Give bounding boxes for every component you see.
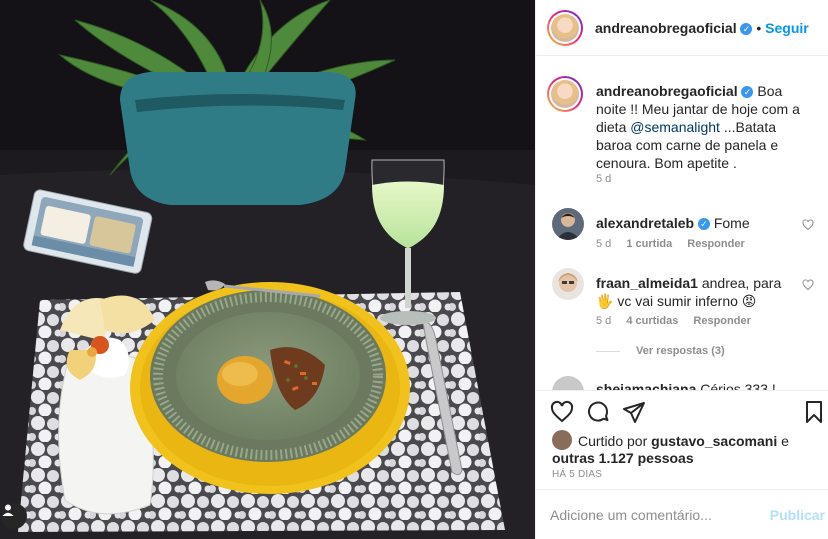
verified-badge-icon: ✓	[741, 86, 754, 98]
caption-mention-link[interactable]: @semanalight	[630, 119, 720, 135]
follow-button[interactable]: Seguir	[765, 20, 809, 36]
caption-username[interactable]: andreanobregaoficial	[596, 83, 738, 99]
liker-username[interactable]: gustavo_sacomani	[651, 433, 777, 449]
add-comment-bar: Publicar	[536, 489, 828, 539]
comment-username[interactable]: alexandretaleb	[596, 215, 694, 231]
person-icon	[2, 504, 14, 516]
comment-bubble-icon[interactable]	[586, 400, 610, 424]
reply-button[interactable]: Responder	[687, 238, 744, 250]
caption-text-block: andreanobregaoficial ✓ Boa noite !! Meu …	[596, 82, 808, 172]
comment-item: alexandretaleb ✓ Fome 5 d 1 curtida Resp…	[552, 206, 814, 256]
author-username[interactable]: andreanobregaoficial	[595, 20, 737, 36]
likes-prefix: Curtido por	[578, 433, 648, 449]
likes-joiner: e	[781, 433, 789, 449]
verified-badge-icon: ✓	[740, 23, 753, 35]
save-bookmark-icon[interactable]	[802, 400, 826, 424]
verified-badge-icon: ✓	[697, 218, 710, 230]
comment-like-heart-icon[interactable]	[802, 279, 814, 291]
comment-likes-count[interactable]: 1 curtida	[626, 238, 672, 250]
comment-time[interactable]: 5 d	[596, 238, 611, 250]
like-heart-icon[interactable]	[550, 400, 574, 424]
comment-avatar[interactable]	[552, 208, 584, 240]
comment-likes-count[interactable]: 4 curtidas	[626, 315, 678, 327]
caption-time[interactable]: 5 d	[596, 173, 611, 185]
comment-username[interactable]: sheiamachiana	[596, 381, 696, 390]
comment-item: fraan_almeida1 andrea, para 🖐 vc vai sum…	[552, 266, 814, 376]
comments-list[interactable]: andreanobregaoficial ✓ Boa noite !! Meu …	[536, 57, 828, 390]
post-caption: andreanobregaoficial ✓ Boa noite !! Meu …	[547, 76, 814, 196]
reply-button[interactable]: Responder	[693, 315, 750, 327]
share-send-icon[interactable]	[622, 400, 646, 424]
caption-author-avatar[interactable]	[547, 76, 583, 112]
post-header: andreanobregaoficial ✓ • Seguir	[536, 0, 828, 56]
comment-username[interactable]: fraan_almeida1	[596, 275, 698, 291]
comment-avatar[interactable]	[552, 268, 584, 300]
view-replies-button[interactable]: Ver respostas (3)	[596, 345, 725, 357]
comment-body: alexandretaleb ✓ Fome	[596, 214, 808, 232]
comment-like-heart-icon[interactable]	[802, 219, 814, 231]
post-side-panel: andreanobregaoficial ✓ • Seguir andreano…	[535, 0, 828, 539]
likes-others-link[interactable]: outras 1.127 pessoas	[552, 450, 694, 466]
comment-time[interactable]: 5 d	[596, 315, 611, 327]
dinner-photo-illustration	[0, 0, 535, 539]
comment-body: fraan_almeida1 andrea, para 🖐 vc vai sum…	[596, 274, 796, 310]
publish-button[interactable]: Publicar	[770, 507, 825, 523]
comment-text: Cérios 333 !	[700, 381, 776, 390]
author-avatar[interactable]	[547, 10, 583, 46]
comment-text: Fome	[713, 215, 750, 231]
liker-avatar[interactable]	[552, 430, 572, 450]
comment-meta: 5 d 1 curtida Responder	[596, 238, 757, 250]
comment-input[interactable]	[550, 505, 770, 525]
post-timestamp[interactable]: HÁ 5 DIAS	[552, 469, 602, 480]
likes-summary: Curtido por gustavo_sacomani e outras 1.…	[552, 430, 814, 467]
separator-dot: •	[756, 20, 762, 36]
comment-meta: 5 d 4 curtidas Responder	[596, 315, 763, 327]
post-photo[interactable]	[0, 0, 535, 539]
comment-avatar[interactable]	[552, 376, 584, 390]
comment-body: sheiamachiana Cérios 333 !	[596, 380, 808, 390]
tagged-users-button[interactable]	[1, 503, 27, 529]
comment-item: sheiamachiana Cérios 333 !	[552, 374, 814, 390]
caption-meta: 5 d	[596, 173, 623, 185]
post-actions: Curtido por gustavo_sacomani e outras 1.…	[536, 390, 828, 500]
